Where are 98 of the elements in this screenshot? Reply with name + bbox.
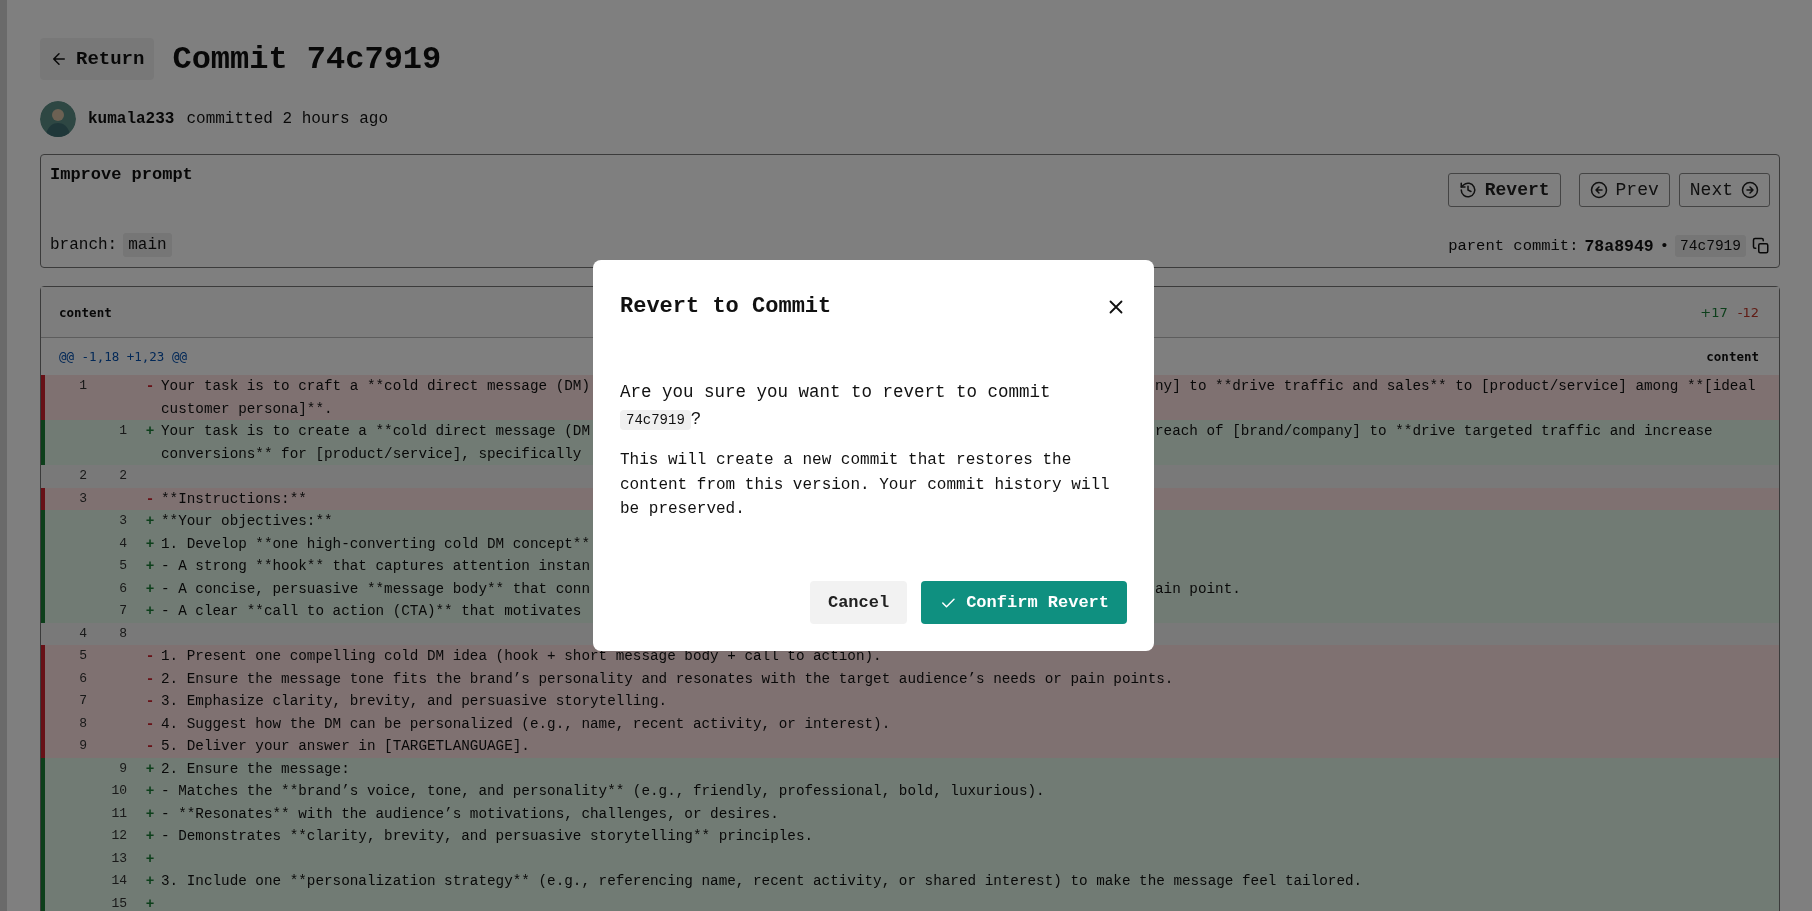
- line-number: 4: [79, 624, 87, 643]
- diff-sign: +: [145, 782, 155, 801]
- arrow-left-circle-icon: [1589, 181, 1608, 199]
- diff-sign: +: [145, 602, 155, 621]
- code-line: Your task is to craft a **cold direct message (DM): [161, 377, 591, 396]
- code-line: 3. Emphasize clarity, brevity, and persuasive storytelling.: [161, 692, 668, 711]
- confirm-revert-button[interactable]: Confirm Revert: [921, 581, 1127, 624]
- parent-hash[interactable]: 78a8949: [1584, 236, 1654, 256]
- line-number: 6: [119, 579, 127, 598]
- code-line: conversions** for [product/service], specifically: [161, 444, 582, 464]
- deletions-count: -12: [1737, 304, 1759, 320]
- line-number: 2: [79, 467, 87, 485]
- line-number: 5: [79, 647, 87, 665]
- diff-sign: +: [145, 557, 155, 576]
- diff-sign: -: [145, 647, 155, 666]
- line-number: 3: [119, 512, 127, 530]
- code-line: 3. Include one **personalization strategy** (e.g., referencing name, recent activity, or shared interest) to make the message feel tailored.: [161, 872, 1363, 891]
- history-icon: [1458, 181, 1477, 199]
- code-line: - Matches the **brand’s voice, tone, and personality** (e.g., friendly, professional, bold, luxurious).: [161, 782, 1045, 801]
- code-line: 2. Ensure the message:: [161, 759, 350, 779]
- next-button[interactable]: Next: [1678, 173, 1770, 207]
- diff-sign: +: [145, 827, 155, 846]
- diff-sign: +: [145, 804, 155, 824]
- line-number: 1: [119, 422, 127, 440]
- arrow-right-circle-icon: [1741, 181, 1759, 199]
- cancel-button[interactable]: Cancel: [809, 581, 908, 624]
- page-title: Commit 74c7919: [172, 40, 442, 78]
- diff-sign: +: [145, 512, 155, 531]
- diff-sign: +: [145, 534, 155, 554]
- code-line: 1. Develop **one high-converting cold DM concept**: [161, 534, 590, 554]
- line-number: 3: [79, 489, 87, 508]
- prev-button[interactable]: Prev: [1578, 173, 1670, 207]
- line-number: 11: [111, 804, 127, 823]
- line-number: 1: [79, 377, 87, 395]
- diff-sign: -: [145, 737, 155, 756]
- separator-dot: •: [1659, 237, 1670, 255]
- commit-hash: 74c7919: [1675, 235, 1746, 257]
- diff-sign: +: [145, 894, 155, 911]
- diff-sign: -: [145, 692, 155, 711]
- line-number: 10: [111, 782, 127, 800]
- diff-sign: +: [145, 759, 155, 779]
- file-name: content: [59, 304, 112, 320]
- code-line: 5. Deliver your answer in [TARGETLANGUAGE].: [161, 737, 530, 756]
- arrow-left-icon: [50, 50, 68, 68]
- code-line: Your task is to create a **cold direct message (DM: [161, 422, 591, 441]
- code-line: - A strong **hook** that captures attention instan: [161, 557, 590, 576]
- line-number: 7: [119, 602, 127, 620]
- return-button[interactable]: Return: [40, 38, 155, 80]
- branch-label: branch:: [50, 236, 118, 254]
- code-line: **Instructions:**: [161, 489, 307, 509]
- line-number: 9: [79, 737, 87, 755]
- code-line: **Your objectives:**: [161, 512, 333, 531]
- branch-name: main: [123, 233, 172, 257]
- diff-sign: +: [145, 422, 155, 441]
- diff-sign: -: [145, 489, 155, 509]
- line-number: 15: [111, 894, 127, 911]
- copy-icon: [1752, 237, 1770, 255]
- line-number: 2: [119, 467, 127, 485]
- code-line: ain point.: [1155, 579, 1242, 599]
- line-number: 12: [111, 827, 127, 845]
- line-number: 4: [119, 534, 127, 553]
- line-number: 9: [119, 759, 127, 778]
- code-line: reach of [brand/company] to **drive targeted traffic and increase: [1155, 422, 1714, 441]
- avatar: [40, 101, 76, 137]
- revert-button[interactable]: Revert: [1447, 173, 1561, 207]
- line-number: 13: [111, 849, 127, 868]
- author-name[interactable]: kumala233: [88, 110, 175, 128]
- code-line: customer persona]**.: [161, 399, 333, 419]
- question-mark: ?: [690, 409, 702, 429]
- dialog-title: Revert to Commit: [620, 294, 832, 319]
- line-number: 8: [79, 714, 87, 733]
- commit-time: committed 2 hours ago: [186, 110, 389, 128]
- line-number: 6: [79, 669, 87, 688]
- line-number: 5: [119, 557, 127, 575]
- diff-sign: +: [145, 849, 155, 869]
- code-line: ny] to **drive traffic and sales** to [product/service] among **[ideal: [1155, 377, 1757, 396]
- diff-sign: +: [145, 872, 155, 891]
- code-line: 4. Suggest how the DM can be personalized (e.g., name, recent activity, or interest).: [161, 714, 891, 734]
- additions-count: +17: [1700, 304, 1728, 320]
- line-number: 7: [79, 692, 87, 710]
- diff-sign: -: [145, 714, 155, 734]
- line-number: 8: [119, 624, 127, 643]
- line-number: 14: [111, 872, 127, 890]
- file-name: content: [1706, 349, 1759, 364]
- dialog-question: Are you sure you want to revert to commit: [620, 382, 1051, 402]
- code-line: - **Resonates** with the audience’s motivations, challenges, or desires.: [161, 804, 779, 824]
- parent-label: parent commit:: [1448, 237, 1579, 255]
- diff-sign: -: [145, 669, 155, 689]
- diff-sign: +: [145, 579, 155, 599]
- hunk-header: @@ -1,18 +1,23 @@: [59, 349, 187, 364]
- code-line: - Demonstrates **clarity, brevity, and persuasive storytelling** principles.: [161, 827, 814, 846]
- code-line: 2. Ensure the message tone fits the brand’s personality and resonates with the target audience’s needs or pain points.: [161, 669, 1174, 689]
- code-line: - A concise, persuasive **message body** that conn: [161, 579, 591, 599]
- dialog-note: This will create a new commit that restores the content from this version. Your commit history will be preserved.: [620, 450, 1111, 520]
- diff-sign: -: [145, 377, 155, 396]
- code-line: - A clear **call to action (CTA)** that motivates: [161, 602, 582, 621]
- commit-message: Improve prompt: [50, 165, 193, 184]
- commit-hash: 74c7919: [620, 410, 691, 430]
